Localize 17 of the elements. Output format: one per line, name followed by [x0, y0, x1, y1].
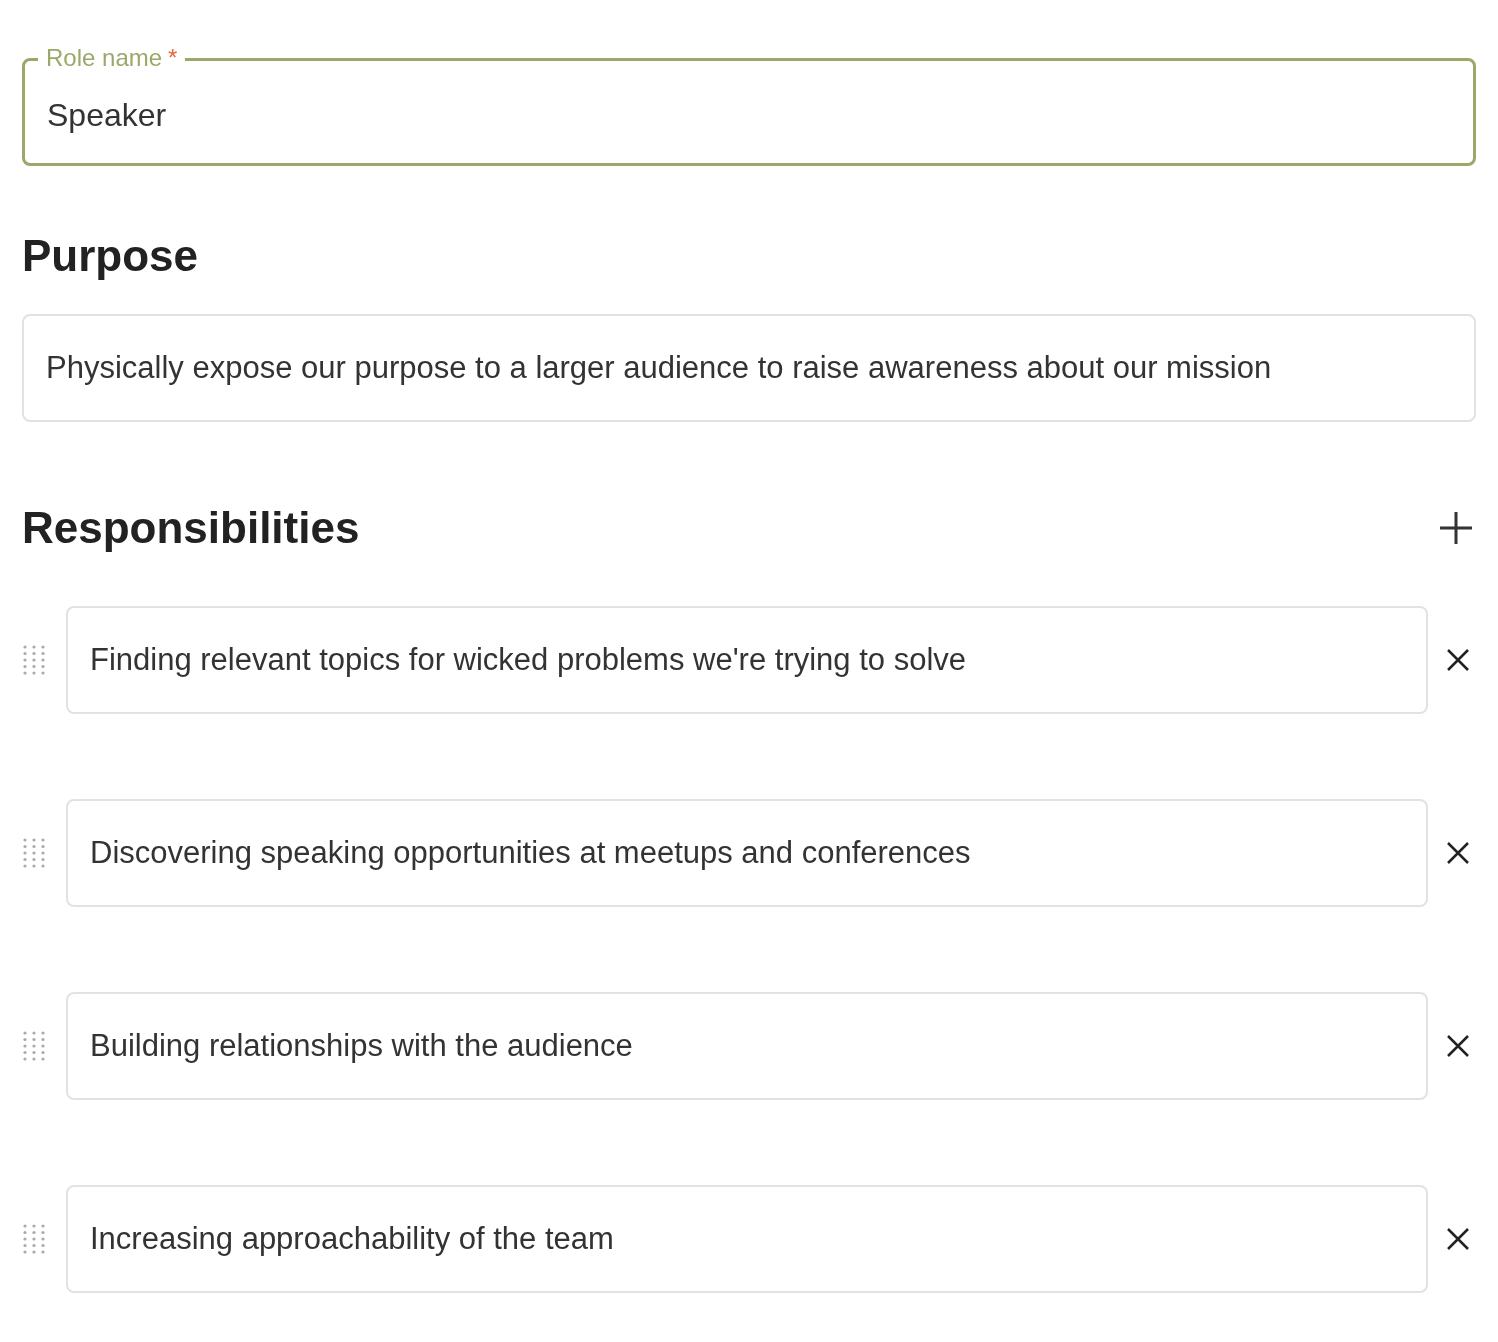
- responsibility-field[interactable]: Building relationships with the audience: [66, 992, 1428, 1100]
- close-icon[interactable]: [1446, 1227, 1470, 1251]
- purpose-field[interactable]: Physically expose our purpose to a larger audience to raise awareness about our mission: [22, 314, 1476, 422]
- drag-handle-icon[interactable]: [22, 1030, 46, 1062]
- drag-handle-icon[interactable]: [22, 1223, 46, 1255]
- responsibility-field[interactable]: Discovering speaking opportunities at meetups and conferences: [66, 799, 1428, 907]
- close-icon[interactable]: [1446, 648, 1470, 672]
- responsibility-field[interactable]: Increasing approachability of the team: [66, 1185, 1428, 1293]
- close-icon[interactable]: [1446, 1034, 1470, 1058]
- drag-handle-icon[interactable]: [22, 644, 46, 676]
- add-icon[interactable]: [1438, 510, 1474, 546]
- responsibility-field[interactable]: Finding relevant topics for wicked problems we're trying to solve: [66, 606, 1428, 714]
- role-name-input[interactable]: Speaker: [47, 91, 1451, 139]
- drag-handle-icon[interactable]: [22, 837, 46, 869]
- section-heading: Responsibilities: [22, 502, 360, 554]
- section-heading: Purpose: [22, 230, 200, 282]
- close-icon[interactable]: [1446, 841, 1470, 865]
